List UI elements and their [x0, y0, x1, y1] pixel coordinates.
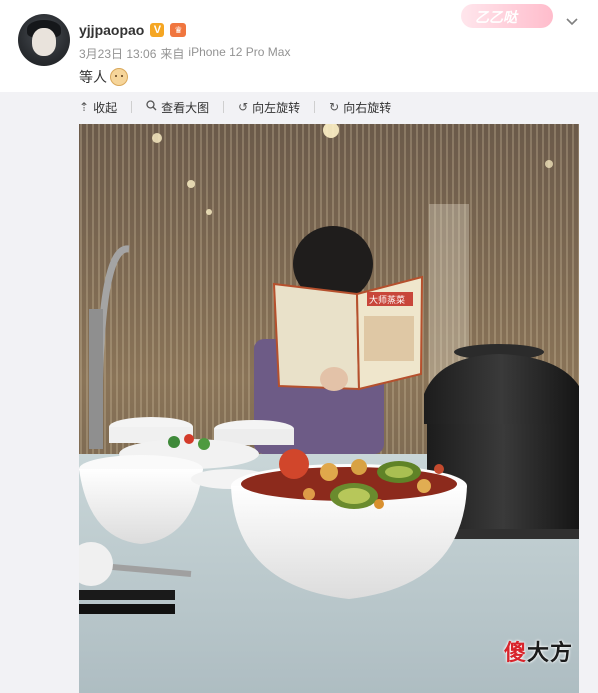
rotate-left-button[interactable]: ↺ 向左旋转 — [238, 99, 300, 116]
media-area: ⇡ 收起 查看大图 ↺ 向左旋转 ↻ 向右旋转 大师蒸菜 傻大方 — [0, 92, 598, 693]
doge-emoji-icon — [110, 68, 128, 86]
collapse-arrow-icon: ⇡ — [79, 100, 90, 114]
source-device: iPhone 12 Pro Max — [188, 45, 291, 59]
book-title: 大师蒸菜 — [369, 294, 405, 306]
username-row: yjjpaopao V ♛ — [79, 20, 187, 40]
toolbar-divider — [131, 101, 133, 113]
view-large-button[interactable]: 查看大图 — [146, 99, 209, 116]
avatar-face — [32, 28, 56, 56]
post-text: 等人 — [79, 67, 128, 87]
post-photo[interactable]: 大师蒸菜 傻大方 — [79, 124, 579, 693]
source-prefix: 来自 — [160, 47, 185, 61]
post-body: 等人 — [79, 69, 107, 85]
watermark-accent: 傻 — [503, 640, 527, 665]
vip-badge-icon[interactable]: ♛ — [170, 23, 187, 37]
card-background-decoration: 乙乙哒 — [455, 0, 555, 30]
magnifier-icon — [146, 100, 157, 114]
chevron-down-icon[interactable] — [562, 12, 582, 32]
collapse-label: 收起 — [93, 100, 118, 115]
collapse-button[interactable]: ⇡ 收起 — [79, 99, 117, 116]
verified-badge-icon[interactable]: V — [150, 23, 165, 37]
rotate-left-icon: ↺ — [238, 100, 249, 114]
post-header: yjjpaopao V ♛ 3月23日 13:06 来自 iPhone 12 P… — [0, 0, 598, 92]
view-large-label: 查看大图 — [161, 100, 210, 115]
media-toolbar: ⇡ 收起 查看大图 ↺ 向左旋转 ↻ 向右旋转 — [79, 92, 391, 122]
watermark-text: 大方 — [526, 640, 573, 665]
toolbar-divider — [223, 101, 225, 113]
toolbar-divider — [314, 101, 316, 113]
rotate-right-button[interactable]: ↻ 向右旋转 — [329, 99, 391, 116]
post-timestamp[interactable]: 3月23日 13:06 — [79, 45, 156, 62]
avatar[interactable] — [18, 14, 70, 66]
rotate-right-icon: ↻ — [329, 100, 340, 114]
restaurant-scene-image: 大师蒸菜 — [79, 124, 579, 693]
username-link[interactable]: yjjpaopao — [79, 22, 144, 38]
rotate-right-label: 向右旋转 — [343, 100, 392, 115]
rotate-left-label: 向左旋转 — [252, 100, 301, 115]
watermark: 傻大方 — [504, 635, 573, 667]
card-background-text: 乙乙哒 — [475, 9, 517, 25]
post-meta: 3月23日 13:06 来自 iPhone 12 Pro Max — [79, 45, 290, 62]
